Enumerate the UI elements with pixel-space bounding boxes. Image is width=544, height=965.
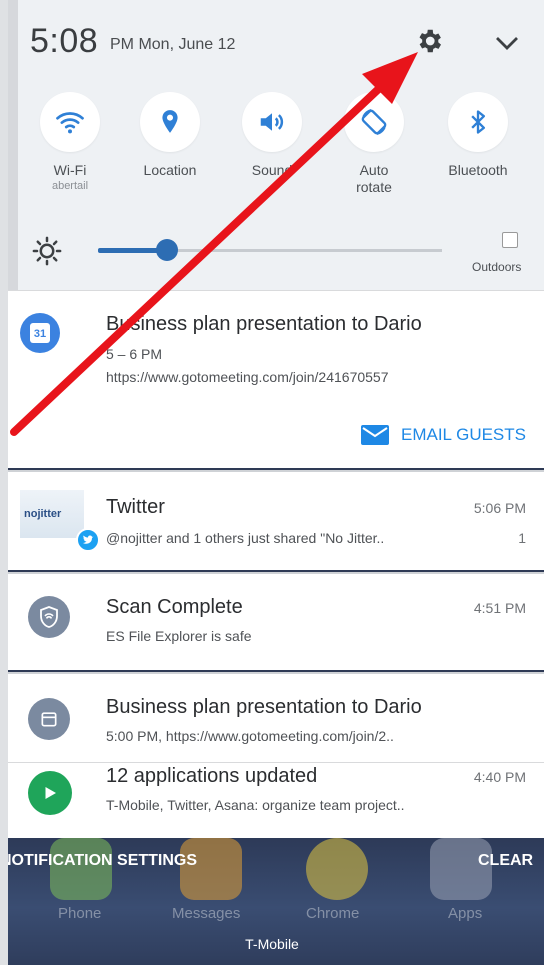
calendar-notification[interactable]: 31 Business plan presentation to Dario 5…: [8, 290, 544, 468]
notification-settings-button[interactable]: NOTIFICATION SETTINGS: [0, 852, 197, 870]
twitter-title: Twitter: [106, 496, 165, 518]
twitter-text: @nojitter and 1 others just shared "No J…: [106, 530, 385, 546]
auto-rotate-line2: rotate: [356, 179, 392, 195]
dock-label-apps: Apps: [448, 905, 483, 922]
twitter-count: 1: [518, 530, 526, 546]
outdoors-label: Outdoors: [472, 260, 522, 274]
calendar-title: Business plan presentation to Dario: [106, 313, 422, 335]
clock: 5:08: [30, 22, 99, 60]
location-tile[interactable]: Location: [130, 92, 210, 179]
brightness-thumb[interactable]: [155, 239, 178, 261]
wifi-label: Wi-Fi: [53, 162, 87, 178]
calendar-notification-2[interactable]: Business plan presentation to Dario 5:00…: [8, 672, 544, 762]
dock-label-phone: Phone: [58, 905, 102, 922]
calendar-date-glyph: 31: [30, 323, 50, 343]
scan-notification[interactable]: Scan Complete 4:51 PM ES File Explorer i…: [8, 572, 544, 670]
wifi-tile[interactable]: Wi-Fi abertail: [30, 92, 110, 193]
twitter-bird-icon: [76, 528, 100, 552]
twitter-notification[interactable]: nojitter Twitter 5:06 PM @nojitter and 1…: [8, 470, 544, 570]
scan-time: 4:51 PM: [473, 600, 526, 616]
carrier-label: T-Mobile: [245, 936, 299, 952]
email-guests-label: EMAIL GUESTS: [400, 425, 526, 444]
dock-label-chrome: Chrome: [306, 905, 360, 922]
envelope-icon: [360, 425, 389, 445]
gear-icon[interactable]: [414, 26, 444, 56]
calendar2-title: Business plan presentation to Dario: [106, 696, 422, 718]
thumbnail-text: nojitter: [24, 508, 62, 520]
bluetooth-label: Bluetooth: [448, 162, 508, 178]
outdoors-checkbox[interactable]: [502, 232, 518, 248]
phone-screen: 5:08 PM Mon, June 12 Wi-Fi abertail Loca…: [0, 0, 544, 965]
scan-text: ES File Explorer is safe: [106, 628, 252, 644]
sun-icon: [32, 236, 62, 266]
location-pin-icon: [162, 110, 178, 133]
apps-updated-notification[interactable]: 12 applications updated 4:40 PM T-Mobile…: [8, 762, 544, 838]
speaker-icon: [260, 113, 284, 131]
calendar-grey-icon: [28, 698, 70, 740]
wifi-network: abertail: [51, 180, 89, 192]
date-label: PM Mon, June 12: [110, 36, 236, 53]
twitter-thumbnail: nojitter: [20, 490, 84, 538]
updates-time: 4:40 PM: [473, 769, 526, 785]
twitter-time: 5:06 PM: [473, 500, 526, 516]
clear-button[interactable]: CLEAR: [478, 852, 533, 870]
email-guests-button[interactable]: EMAIL GUESTS: [360, 425, 526, 445]
wifi-icon: [56, 112, 84, 134]
calendar2-text: 5:00 PM, https://www.gotomeeting.com/joi…: [106, 728, 394, 744]
play-store-icon: [28, 771, 72, 815]
chevron-down-icon[interactable]: [492, 30, 522, 56]
updates-title: 12 applications updated: [106, 765, 318, 787]
left-frame-edge: [0, 0, 8, 965]
scan-title: Scan Complete: [106, 596, 243, 618]
chrome-app-icon: [306, 838, 368, 900]
rotate-icon: [361, 108, 387, 136]
calendar-app-icon: 31: [20, 313, 60, 353]
auto-rotate-tile[interactable]: Auto rotate: [334, 92, 414, 196]
quick-settings-panel: 5:08 PM Mon, June 12 Wi-Fi abertail Loca…: [0, 0, 544, 290]
auto-rotate-line1: Auto: [359, 162, 389, 178]
auto-rotate-label: Auto rotate: [334, 162, 414, 196]
bluetooth-icon: [471, 110, 485, 134]
bluetooth-tile[interactable]: Bluetooth: [438, 92, 518, 179]
sound-tile[interactable]: Sound: [232, 92, 312, 179]
sound-label: Sound: [251, 162, 293, 178]
calendar-link[interactable]: https://www.gotomeeting.com/join/2416705…: [106, 369, 389, 385]
calendar-time-range: 5 – 6 PM: [106, 346, 163, 362]
updates-text: T-Mobile, Twitter, Asana: organize team …: [106, 797, 405, 813]
shield-wifi-icon: [28, 596, 70, 638]
dock-label-messages: Messages: [172, 905, 241, 922]
location-label: Location: [143, 162, 197, 178]
